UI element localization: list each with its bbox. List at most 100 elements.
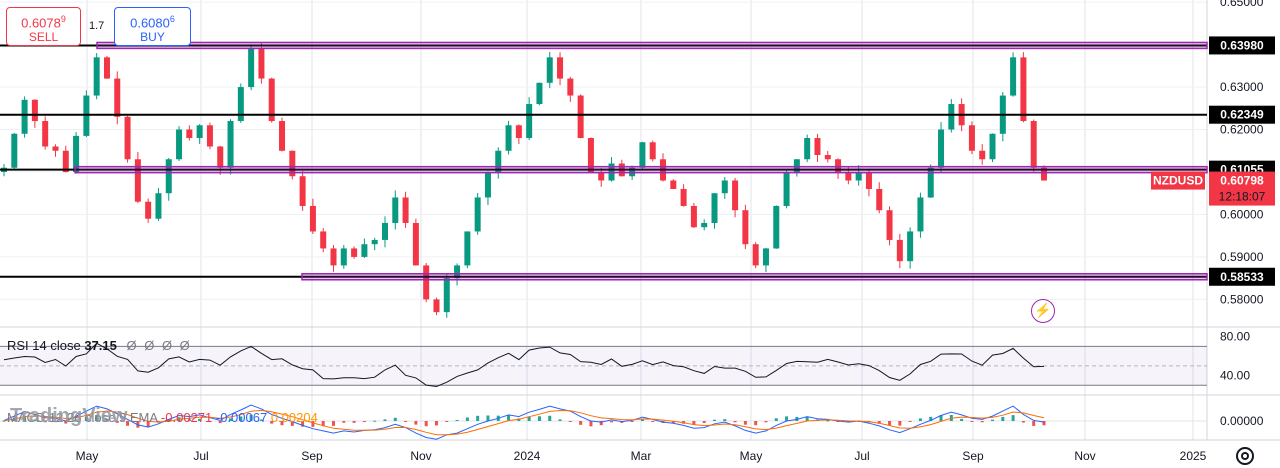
candle: [42, 116, 49, 150]
candle-body: [176, 129, 183, 160]
flash-icon[interactable]: ⚡: [1031, 299, 1055, 323]
candle-body: [670, 180, 677, 189]
candle: [21, 96, 28, 138]
rsi-visibility-icons[interactable]: Ø Ø Ø Ø: [127, 338, 192, 353]
candle: [103, 55, 110, 79]
candle: [11, 132, 18, 170]
time-tick-label: Jul: [854, 449, 869, 463]
rsi-value: 37.15: [84, 338, 117, 353]
candle-body: [515, 125, 522, 139]
level-zone: [74, 165, 1208, 174]
time-tick-label: Nov: [1074, 449, 1095, 463]
candle-body: [145, 201, 152, 219]
buy-button[interactable]: 0.60806 BUY: [114, 7, 191, 46]
candle: [124, 115, 131, 163]
candle-body: [1010, 57, 1017, 96]
level-price-label: 0.62349: [1220, 108, 1264, 122]
candle: [474, 192, 481, 235]
candle-body: [227, 121, 234, 168]
candle-body: [340, 248, 347, 266]
time-tick-label: Jul: [193, 449, 208, 463]
candle-body: [443, 278, 450, 313]
settings-icon[interactable]: [1236, 447, 1254, 465]
candle: [361, 238, 368, 258]
macd-histogram-bar: [774, 418, 778, 421]
candle-body: [31, 99, 38, 122]
macd-histogram-bar: [537, 416, 541, 421]
buy-price: 0.60806: [130, 14, 175, 31]
time-tick-label: Mar: [631, 449, 652, 463]
countdown-label: 12:18:07: [1219, 190, 1266, 204]
candle-body: [536, 82, 543, 105]
macd-signal-value: -0.00067: [215, 410, 268, 425]
chart-canvas[interactable]: 0.650000.630000.620000.610000.600000.590…: [0, 0, 1280, 468]
macd-histogram-bar: [702, 421, 706, 423]
candle: [824, 150, 831, 163]
time-tick-label: Sep: [301, 449, 323, 463]
candle-body: [721, 180, 728, 194]
macd-histogram-bar: [424, 421, 428, 427]
candle-body: [11, 133, 18, 168]
candle: [546, 51, 553, 89]
candle-body: [93, 57, 100, 96]
candle-body: [248, 48, 255, 88]
candle-body: [21, 99, 28, 134]
macd-tick-label: 0.00000: [1220, 414, 1264, 428]
candle-body: [83, 95, 90, 136]
macd-histogram-bar: [332, 421, 336, 426]
candle-body: [423, 265, 430, 300]
candle-body: [484, 171, 491, 198]
macd-histogram-bar: [465, 417, 469, 421]
sell-button[interactable]: 0.60789 SELL: [6, 7, 81, 46]
candle-body: [351, 248, 358, 257]
candle-body: [371, 239, 378, 245]
macd-histogram-bar: [414, 421, 418, 425]
time-axis[interactable]: May Jul Sep Nov 2024 Mar May Jul Sep Nov 2025: [76, 449, 1207, 463]
candle: [536, 82, 543, 106]
price-tick-label: 0.62000: [1220, 123, 1264, 137]
macd-histogram-bar: [352, 421, 356, 423]
macd-histogram-bar: [434, 421, 438, 426]
current-price-label: 0.60798: [1220, 174, 1264, 188]
candle: [320, 228, 327, 253]
macd-value: -0.00271: [160, 410, 213, 425]
candle: [876, 182, 883, 214]
candle-body: [1020, 57, 1027, 122]
candle: [649, 140, 656, 162]
candle-body: [330, 248, 337, 266]
candle-body: [876, 188, 883, 211]
rsi-title: RSI 14 close: [7, 338, 81, 353]
candle-body: [917, 197, 924, 232]
candle-body: [299, 176, 306, 206]
candle-body: [196, 125, 203, 139]
macd-histogram-bar: [393, 417, 397, 421]
candle-body: [155, 193, 162, 219]
time-tick-label: 2025: [1180, 449, 1207, 463]
candle-body: [103, 57, 110, 79]
candle: [155, 188, 162, 221]
candle: [907, 227, 914, 269]
candle: [279, 117, 286, 152]
candle: [134, 151, 141, 204]
candle-body: [732, 180, 739, 211]
candle: [968, 121, 975, 155]
candle-body: [804, 138, 811, 160]
candle: [309, 198, 316, 234]
macd-histogram-bar: [712, 419, 716, 421]
candle: [196, 124, 203, 144]
candle-body: [567, 78, 574, 96]
macd-histogram-bar: [723, 419, 727, 421]
time-tick-label: 2024: [514, 449, 541, 463]
candle: [721, 177, 728, 199]
candle: [62, 145, 69, 173]
price-tick-label: 0.60000: [1220, 207, 1264, 221]
candle: [680, 184, 687, 207]
candle: [773, 205, 780, 249]
macd-histogram-bar: [548, 415, 552, 421]
candle-body: [948, 104, 955, 130]
candle-body: [742, 210, 749, 245]
rsi-legend[interactable]: RSI 14 close 37.15 Ø Ø Ø Ø: [7, 338, 192, 353]
macd-histogram-bar: [960, 418, 964, 421]
candle-body: [114, 78, 121, 117]
candle-body: [526, 104, 533, 139]
